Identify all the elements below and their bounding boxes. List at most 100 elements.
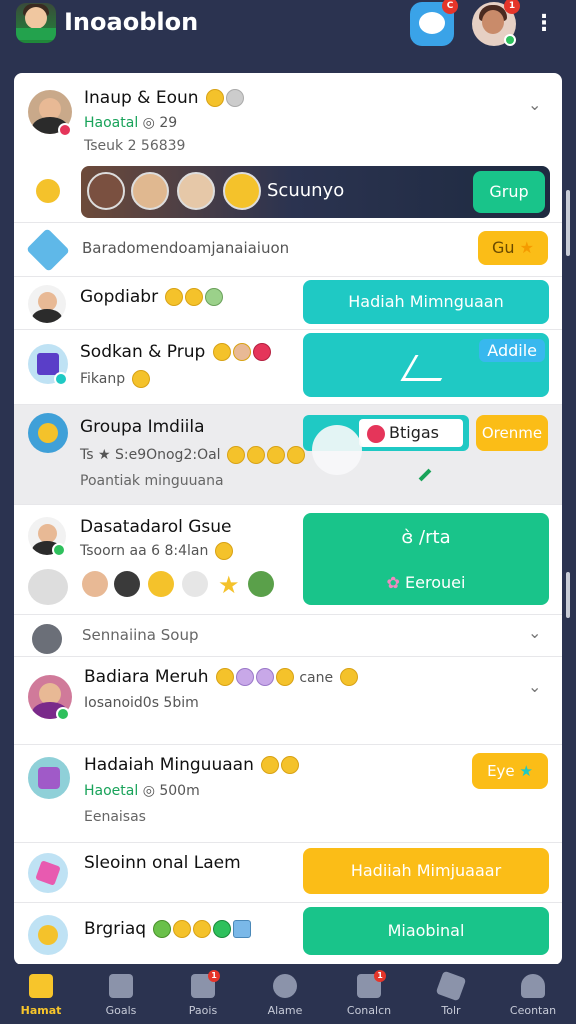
- star-icon: ★: [218, 571, 240, 599]
- emoji-icon: [235, 668, 254, 686]
- scrollbar[interactable]: [566, 190, 570, 256]
- red-dot-icon: [367, 425, 385, 443]
- app-logo-avatar[interactable]: [16, 3, 56, 43]
- member-avatar: [131, 172, 169, 210]
- flag-icon: [109, 974, 133, 998]
- profile-badge: 1: [504, 0, 520, 14]
- list-item-gap[interactable]: Gopdiabr Hadiah Mimnguaan: [14, 277, 562, 330]
- chevron-down-icon[interactable]: ⌄: [528, 623, 541, 642]
- emoji-icon: [185, 288, 204, 306]
- join-group-button[interactable]: Grup: [473, 171, 545, 213]
- member-avatar: [28, 569, 68, 605]
- emoji-icon: [165, 288, 184, 306]
- list-item-recommend[interactable]: Baradomendoamjanaiaiuon Gu ★: [14, 223, 562, 277]
- emoji-icon: [193, 920, 212, 938]
- bottom-nav: Hamat Goals 1 Paois Alame 1 Conalcn Tolr…: [0, 964, 576, 1024]
- member-avatar: [82, 571, 108, 597]
- row-title: Dasatadarol Gsue: [80, 517, 232, 537]
- emoji-icon: [247, 446, 266, 464]
- cube-icon: [37, 353, 59, 375]
- nav-badge: 1: [208, 970, 220, 982]
- emoji-icon: [215, 668, 234, 686]
- flower-icon: ✿: [386, 573, 400, 592]
- emoji-icon: [340, 668, 359, 686]
- leaf-emoji-icon: [205, 288, 224, 306]
- list-item-brgriaq[interactable]: Brgriaq Miaobinal: [14, 903, 562, 965]
- nav-badge: 1: [374, 970, 386, 982]
- list-item-groups-selected[interactable]: Groupa Imdiila Ts ★ S:e9Onog2:Oal Poanti…: [14, 405, 562, 505]
- recommend-text: Baradomendoamjanaiaiuon: [82, 239, 290, 257]
- avatar: [28, 853, 68, 893]
- chart-icon: [400, 355, 456, 381]
- row-status: Haoetal ◎ 500m: [84, 783, 200, 799]
- gift-icon: [252, 343, 271, 361]
- emoji-icon: [153, 920, 172, 938]
- nav-item-paois[interactable]: 1 Paois: [162, 964, 244, 1024]
- profile-icon: [521, 974, 545, 998]
- messages-button[interactable]: C: [410, 0, 458, 46]
- send-icon: [435, 970, 467, 1002]
- home-icon: [29, 974, 53, 998]
- list-item-sleoinn[interactable]: Sleoinn onal Laem Hadiiah Mimjuaaar: [14, 843, 562, 903]
- chevron-down-icon[interactable]: ⌄: [528, 95, 541, 114]
- status-badge: [56, 707, 70, 721]
- list-item-hadiah[interactable]: Hadaiah Minguuaan Haoetal ◎ 500m Eenaisa…: [14, 745, 562, 843]
- row-sub: Fikanp: [80, 370, 150, 388]
- member-avatar: [148, 571, 174, 597]
- row-title: Badiara Meruh cane: [84, 667, 359, 687]
- gu-button[interactable]: Gu ★: [478, 231, 548, 265]
- dasa-bottom-label: ✿ Eerouei: [386, 573, 466, 592]
- nav-item-alame[interactable]: Alame: [244, 964, 326, 1024]
- nav-item-tolr[interactable]: Tolr: [410, 964, 492, 1024]
- row-sub: Tsoorn aa 6 8:4lan: [80, 542, 233, 560]
- emoji-icon: [173, 920, 192, 938]
- emoji-icon: [233, 920, 252, 938]
- drop-emoji-icon: [225, 89, 244, 107]
- nav-item-conalcn[interactable]: 1 Conalcn: [328, 964, 410, 1024]
- hadiah-button[interactable]: Hadiah Mimnguaan: [303, 280, 549, 324]
- status-badge: [54, 372, 68, 386]
- addile-button[interactable]: Addile: [303, 333, 549, 397]
- check-icon: [418, 468, 432, 482]
- eye-button[interactable]: Eye ★: [472, 753, 548, 789]
- miaobinal-button[interactable]: Miaobinal: [303, 907, 549, 955]
- scrollbar-thumb[interactable]: [566, 572, 570, 618]
- emoji-icon: [232, 343, 251, 361]
- avatar: [28, 915, 68, 955]
- hadiiah-button[interactable]: Hadiiah Mimjuaaar: [303, 848, 549, 894]
- emoji-icon: [275, 668, 294, 686]
- nav-item-home[interactable]: Hamat: [0, 964, 82, 1024]
- row-title: Sodkan & Prup: [80, 342, 271, 362]
- emoji-icon: [214, 542, 233, 560]
- dasa-top-label: ɞ̀ /rta: [401, 527, 451, 548]
- dasa-action-card[interactable]: ɞ̀ /rta ✿ Eerouei: [303, 513, 549, 605]
- list-item-sodkan[interactable]: Sodkan & Prup Fikanp Addile: [14, 330, 562, 405]
- chat-bubble-icon: [419, 12, 445, 34]
- row-meta: Poantiak minguuana: [80, 473, 224, 489]
- group-banner[interactable]: Scuunyo Grup: [81, 166, 550, 218]
- star-icon: ★: [519, 238, 534, 257]
- messages-badge: C: [442, 0, 458, 14]
- group-list-card: Inaup & Eoun Haoatal ◎ 29 Tseuk 2 56839 …: [14, 73, 562, 965]
- chevron-down-icon[interactable]: ⌄: [528, 677, 541, 696]
- member-avatar: [87, 172, 125, 210]
- orenme-button[interactable]: Orenme: [476, 415, 548, 451]
- nav-item-goals[interactable]: Goals: [80, 964, 162, 1024]
- emoji-icon: [281, 756, 300, 774]
- list-item-badiara[interactable]: Badiara Meruh cane Iosanoid0s 5bim ⌄: [14, 657, 562, 745]
- alarm-icon: [273, 974, 297, 998]
- emoji-icon: [213, 920, 232, 938]
- list-item-dasa[interactable]: Dasatadarol Gsue Tsoorn aa 6 8:4lan ★ ɞ̀…: [14, 505, 562, 615]
- addile-label: Addile: [479, 339, 545, 362]
- emoji-icon: [227, 446, 246, 464]
- profile-button[interactable]: 1: [472, 0, 520, 46]
- row-sub: Iosanoid0s 5bim: [84, 695, 199, 711]
- group-status: Haoatal ◎ 29: [84, 115, 178, 131]
- nav-item-ceontan[interactable]: Ceontan: [492, 964, 574, 1024]
- more-options-button[interactable]: ⋮: [532, 10, 556, 38]
- avatar: [28, 413, 68, 453]
- list-item-group1[interactable]: Inaup & Eoun Haoatal ◎ 29 Tseuk 2 56839 …: [14, 73, 562, 223]
- member-avatar: [182, 571, 208, 597]
- section-header-sennaiina[interactable]: Sennaiina Soup ⌄: [14, 615, 562, 657]
- banner-label: Scuunyo: [267, 180, 345, 201]
